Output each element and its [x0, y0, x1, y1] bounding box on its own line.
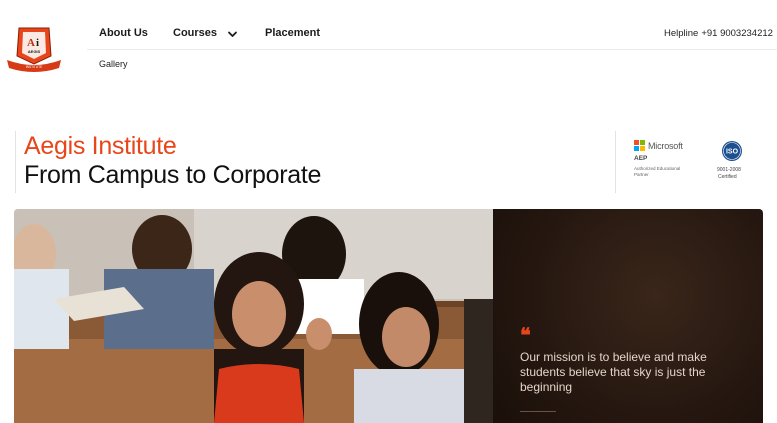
nav-about-us[interactable]: About Us [99, 27, 148, 39]
helpline[interactable]: Helpline +91 9003234212 [664, 28, 773, 39]
nav-gallery[interactable]: Gallery [99, 59, 128, 69]
students-illustration [14, 209, 493, 423]
mission-statement: Our mission is to believe and make stude… [520, 350, 707, 394]
logo-sub: INSTITUTE [26, 65, 42, 69]
microsoft-logo: Microsoft [634, 140, 683, 151]
iso-certified: Certified [718, 174, 737, 180]
microsoft-label: Microsoft [648, 140, 683, 151]
svg-text:A: A [27, 37, 35, 49]
mission-underline [520, 411, 556, 412]
nav-placement[interactable]: Placement [265, 27, 320, 39]
cert-divider [615, 131, 616, 193]
iso-logo-text: ISO [726, 149, 739, 156]
students-photo [14, 209, 493, 423]
chevron-down-icon[interactable] [227, 29, 238, 40]
iso-number: 9001-2008 [717, 167, 741, 173]
nav-courses[interactable]: Courses [173, 27, 217, 39]
logo-text: AEGIS [28, 49, 41, 54]
quote-icon: ❝ [520, 323, 531, 347]
helpline-label: Helpline [664, 28, 699, 39]
hero-title: Aegis Institute [24, 132, 177, 160]
hero-subtitle: From Campus to Corporate [24, 161, 322, 189]
nav-divider [87, 49, 777, 50]
iso-logo-icon: ISO [722, 141, 742, 161]
aegis-logo[interactable]: A i AEGIS INSTITUTE [5, 22, 63, 72]
microsoft-squares-icon [634, 140, 645, 151]
helpline-number[interactable]: +91 9003234212 [701, 28, 773, 39]
svg-text:i: i [36, 37, 39, 49]
aep-label: AEP [634, 155, 648, 162]
hero-divider [15, 131, 16, 193]
aep-description: Authorized Educational Partner [634, 166, 681, 177]
